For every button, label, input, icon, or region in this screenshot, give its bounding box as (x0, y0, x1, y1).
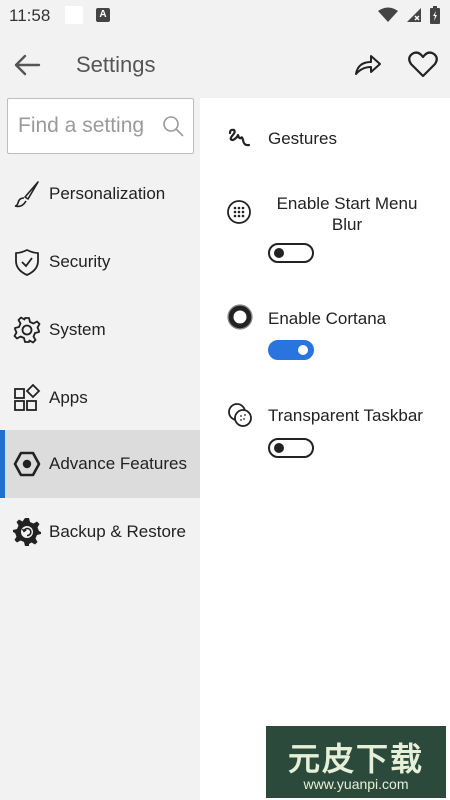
option-label: Enable Start Menu Blur (276, 194, 418, 234)
sidebar-item-label: Security (49, 252, 111, 271)
arrow-left-icon (14, 54, 41, 76)
settings-content: Gestures Enable Start Menu Blur Enable C… (200, 98, 450, 800)
sidebar-item-security[interactable]: Security (0, 228, 200, 296)
search-input[interactable] (18, 111, 158, 141)
sidebar-item-label: Apps (49, 388, 88, 407)
toggle-knob (274, 443, 284, 453)
heart-icon (408, 51, 438, 78)
option-label: Enable Cortana (268, 309, 387, 328)
status-bar: 11:58 A (0, 0, 450, 32)
notification-square-icon (65, 6, 83, 24)
option-label: Gestures (268, 129, 337, 148)
watermark-url: www.yuanpi.com (303, 776, 409, 792)
transparent-taskbar-toggle[interactable] (268, 438, 314, 458)
back-button[interactable] (10, 48, 44, 82)
start-menu-blur-toggle[interactable] (268, 243, 314, 263)
app-header: Settings (0, 32, 450, 98)
brush-icon (12, 179, 42, 209)
favorite-button[interactable] (404, 46, 442, 82)
gesture-icon (226, 125, 252, 151)
apps-grid-icon (12, 383, 42, 413)
transparency-icon (227, 402, 253, 428)
sidebar-item-advance-features[interactable]: Advance Features (0, 430, 200, 498)
signal-icon (407, 8, 421, 22)
backup-gear-icon (12, 517, 42, 547)
sidebar: Personalization Security System Apps Adv… (0, 98, 200, 800)
status-icons (378, 6, 440, 24)
option-label: Transparent Taskbar (268, 406, 423, 425)
sidebar-item-label: Personalization (49, 184, 166, 203)
sidebar-item-apps[interactable]: Apps (0, 364, 200, 432)
cortana-ring-icon (227, 304, 253, 330)
sidebar-item-personalization[interactable]: Personalization (0, 160, 200, 228)
gear-icon (12, 315, 42, 345)
status-time: 11:58 (9, 6, 51, 25)
search-icon[interactable] (161, 114, 185, 138)
dots-circle-icon (226, 199, 252, 225)
shield-icon (12, 247, 42, 277)
toggle-knob (274, 248, 284, 258)
sidebar-item-label: Backup & Restore (49, 522, 187, 541)
sidebar-item-label: Advance Features (49, 454, 187, 473)
share-icon (355, 55, 381, 75)
toggle-knob (298, 345, 308, 355)
cortana-toggle[interactable] (268, 340, 314, 360)
sidebar-item-system[interactable]: System (0, 296, 200, 364)
sidebar-item-backup-restore[interactable]: Backup & Restore (0, 498, 200, 566)
battery-icon (430, 6, 440, 24)
watermark-logo: 元皮下载 www.yuanpi.com (266, 726, 446, 798)
page-title: Settings (76, 52, 156, 77)
hexagon-icon (12, 449, 42, 479)
share-button[interactable] (350, 48, 386, 82)
watermark-title: 元皮下载 (287, 741, 424, 777)
search-box[interactable] (7, 98, 194, 154)
a-app-icon: A (96, 8, 110, 22)
sidebar-item-label: System (49, 320, 106, 339)
wifi-icon (378, 7, 398, 22)
